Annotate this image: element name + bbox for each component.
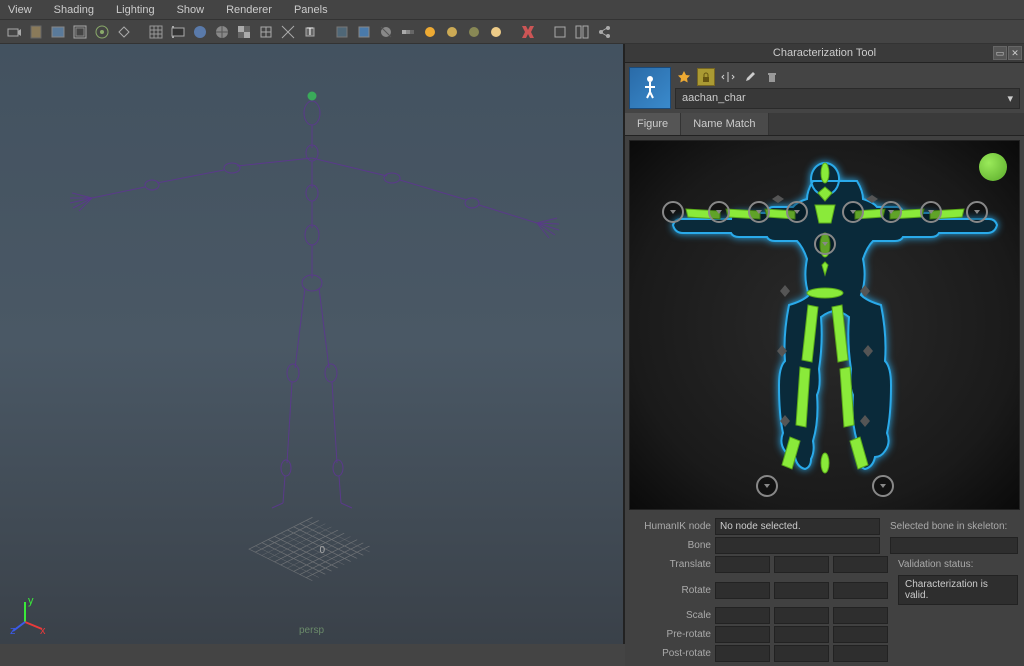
gate-mask-icon[interactable] <box>114 22 134 42</box>
humanik-logo-icon <box>629 67 671 109</box>
properties-section: HumanIK node No node selected. Selected … <box>625 514 1024 666</box>
scale-y[interactable] <box>774 607 829 624</box>
menu-lighting[interactable]: Lighting <box>112 2 159 18</box>
edit-icon[interactable] <box>741 68 759 86</box>
node-right-hand[interactable] <box>966 201 988 223</box>
viewport-toolbar: T <box>0 20 1024 44</box>
prerotate-label: Pre-rotate <box>631 629 711 640</box>
node-left-shoulder[interactable] <box>786 201 808 223</box>
film-icon[interactable] <box>168 22 188 42</box>
image-plane-icon[interactable] <box>48 22 68 42</box>
motion-blur-icon[interactable] <box>398 22 418 42</box>
node-right-forearm[interactable] <box>920 201 942 223</box>
node-left-foot[interactable] <box>756 475 778 497</box>
prerotate-x[interactable] <box>715 626 770 643</box>
rotate-x[interactable] <box>715 582 770 599</box>
panel-layout-icon[interactable] <box>572 22 592 42</box>
scale-x[interactable] <box>715 607 770 624</box>
lock-icon[interactable] <box>697 68 715 86</box>
prerotate-y[interactable] <box>774 626 829 643</box>
chevron-down-icon: ▾ <box>1007 92 1013 105</box>
grid-icon[interactable] <box>146 22 166 42</box>
light-1-icon[interactable] <box>420 22 440 42</box>
shading-icon[interactable] <box>190 22 210 42</box>
node-right-shoulder[interactable] <box>842 201 864 223</box>
characterization-panel: Characterization Tool ▭ ✕ aachan_char <box>624 44 1024 644</box>
isolate-icon[interactable]: T <box>300 22 320 42</box>
validation-status-label: Validation status: <box>892 559 1018 570</box>
bone-field[interactable] <box>715 537 880 554</box>
axis-gizmo-icon: y x z <box>10 594 50 634</box>
tabs: Figure Name Match <box>625 113 1024 136</box>
node-right-foot[interactable] <box>872 475 894 497</box>
camera-label: persp <box>299 625 324 636</box>
scale-label: Scale <box>631 610 711 621</box>
translate-y[interactable] <box>774 556 829 573</box>
selected-bone-label: Selected bone in skeleton: <box>884 521 1018 532</box>
node-chest[interactable] <box>814 233 836 255</box>
character-name: aachan_char <box>682 92 746 104</box>
viewport-3d[interactable]: 0 y x z persp <box>0 44 624 644</box>
xray-joints-icon[interactable] <box>354 22 374 42</box>
star-icon[interactable] <box>675 68 693 86</box>
xray-icon[interactable] <box>332 22 352 42</box>
scale-z[interactable] <box>833 607 888 624</box>
character-dropdown[interactable]: aachan_char ▾ <box>675 88 1020 109</box>
node-right-elbow[interactable] <box>880 201 902 223</box>
node-left-hand[interactable] <box>662 201 684 223</box>
wireframe-shaded-icon[interactable] <box>212 22 232 42</box>
use-all-lights-icon[interactable] <box>256 22 276 42</box>
postrotate-y[interactable] <box>774 645 829 662</box>
node-left-forearm[interactable] <box>708 201 730 223</box>
light-2-icon[interactable] <box>442 22 462 42</box>
svg-text:T: T <box>307 26 314 38</box>
translate-label: Translate <box>631 559 711 570</box>
screen-space-ao-icon[interactable] <box>376 22 396 42</box>
svg-text:y: y <box>28 595 34 607</box>
selected-bone-field[interactable] <box>890 537 1018 554</box>
node-left-elbow[interactable] <box>748 201 770 223</box>
svg-text:z: z <box>10 625 16 634</box>
grid-origin-label: 0 <box>320 545 326 556</box>
light-3-icon[interactable] <box>464 22 484 42</box>
prerotate-z[interactable] <box>833 626 888 643</box>
translate-x[interactable] <box>715 556 770 573</box>
resolution-gate-icon[interactable] <box>92 22 112 42</box>
tab-figure[interactable]: Figure <box>625 113 681 135</box>
bone-label: Bone <box>631 540 711 551</box>
menu-show[interactable]: Show <box>173 2 209 18</box>
light-4-icon[interactable] <box>486 22 506 42</box>
rotate-label: Rotate <box>631 585 711 596</box>
postrotate-label: Post-rotate <box>631 648 711 659</box>
menu-renderer[interactable]: Renderer <box>222 2 276 18</box>
humanik-node-label: HumanIK node <box>631 521 711 532</box>
humanik-node-field[interactable]: No node selected. <box>715 518 880 535</box>
bookmark-icon[interactable] <box>26 22 46 42</box>
renderer-icon[interactable] <box>518 22 538 42</box>
panel-title: Characterization Tool ▭ ✕ <box>625 44 1024 63</box>
postrotate-z[interactable] <box>833 645 888 662</box>
textured-icon[interactable] <box>234 22 254 42</box>
mirror-icon[interactable] <box>719 68 737 86</box>
rotate-y[interactable] <box>774 582 829 599</box>
panel-close-icon[interactable]: ✕ <box>1008 46 1022 60</box>
delete-icon[interactable] <box>763 68 781 86</box>
menu-panels[interactable]: Panels <box>290 2 332 18</box>
film-gate-icon[interactable] <box>70 22 90 42</box>
shadows-icon[interactable] <box>278 22 298 42</box>
validation-status-value: Characterization is valid. <box>898 575 1018 605</box>
share-icon[interactable] <box>594 22 614 42</box>
figure-view[interactable] <box>629 140 1020 510</box>
menu-shading[interactable]: Shading <box>50 2 98 18</box>
select-camera-icon[interactable] <box>4 22 24 42</box>
expose-icon[interactable] <box>550 22 570 42</box>
viewport-menubar: View Shading Lighting Show Renderer Pane… <box>0 0 1024 20</box>
panel-minimize-icon[interactable]: ▭ <box>993 46 1007 60</box>
rotate-z[interactable] <box>833 582 888 599</box>
tab-name-match[interactable]: Name Match <box>681 113 768 135</box>
postrotate-x[interactable] <box>715 645 770 662</box>
svg-text:x: x <box>40 625 46 634</box>
menu-view[interactable]: View <box>4 2 36 18</box>
translate-z[interactable] <box>833 556 888 573</box>
